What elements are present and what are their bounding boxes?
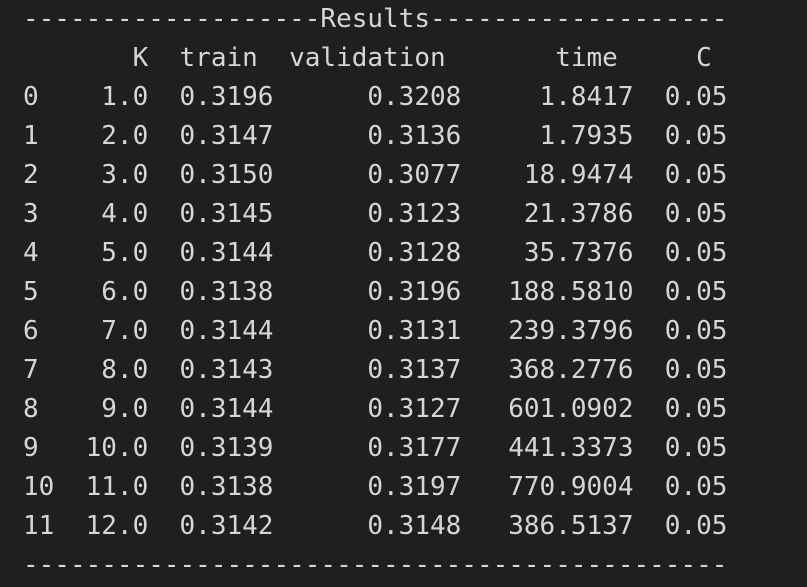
results-column-header: K train validation time C [23,43,712,73]
results-row: 0 1.0 0.3196 0.3208 1.8417 0.05 [23,82,728,112]
results-row: 8 9.0 0.3144 0.3127 601.0902 0.05 [23,394,728,424]
results-footer-rule: ----------------------------------------… [23,550,728,580]
results-row: 9 10.0 0.3139 0.3177 441.3373 0.05 [23,433,728,463]
results-row: 11 12.0 0.3142 0.3148 386.5137 0.05 [23,511,728,541]
results-row: 10 11.0 0.3138 0.3197 770.9004 0.05 [23,472,728,502]
terminal-output: -------------------Results--------------… [0,0,807,587]
results-header-rule: -------------------Results--------------… [23,4,728,34]
results-row: 5 6.0 0.3138 0.3196 188.5810 0.05 [23,277,728,307]
results-row: 7 8.0 0.3143 0.3137 368.2776 0.05 [23,355,728,385]
results-row: 2 3.0 0.3150 0.3077 18.9474 0.05 [23,160,728,190]
results-table: 0 1.0 0.3196 0.3208 1.8417 0.05 1 2.0 0.… [23,78,807,546]
results-row: 4 5.0 0.3144 0.3128 35.7376 0.05 [23,238,728,268]
results-row: 3 4.0 0.3145 0.3123 21.3786 0.05 [23,199,728,229]
results-row: 1 2.0 0.3147 0.3136 1.7935 0.05 [23,121,728,151]
results-row: 6 7.0 0.3144 0.3131 239.3796 0.05 [23,316,728,346]
